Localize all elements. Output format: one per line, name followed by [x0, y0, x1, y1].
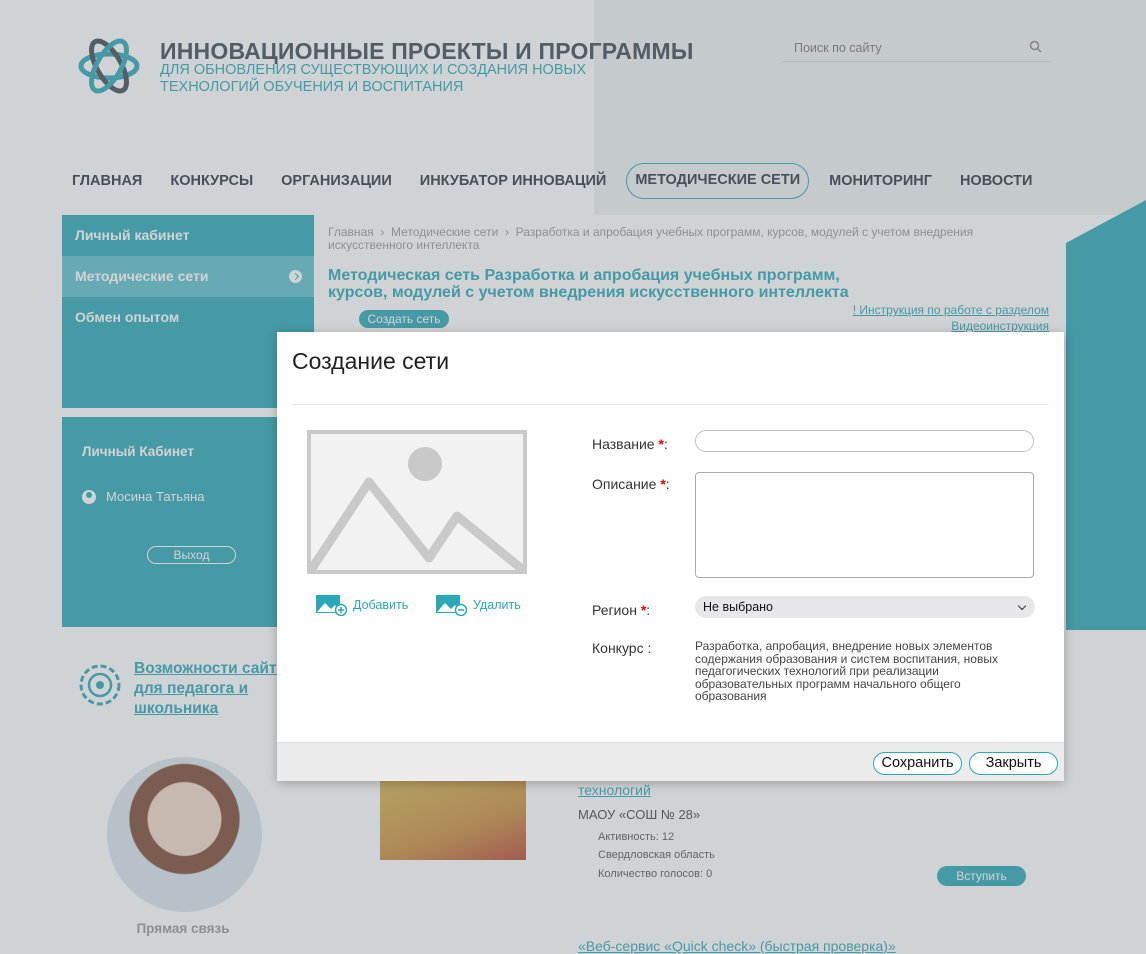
chevron-down-icon	[1017, 601, 1027, 611]
name-field[interactable]	[695, 430, 1034, 452]
dialog-title: Создание сети	[292, 348, 450, 374]
region-select[interactable]: Не выбрано	[695, 596, 1035, 618]
description-field[interactable]	[695, 472, 1034, 578]
add-image-button[interactable]: Добавить	[315, 594, 408, 616]
image-placeholder-icon	[307, 430, 527, 574]
remove-image-label: Удалить	[473, 598, 521, 612]
region-select-value: Не выбрано	[703, 600, 773, 614]
create-network-dialog: Создание сети Добавить Удалить Название …	[277, 332, 1064, 781]
contest-value: Разработка, апробация, внедрение новых э…	[695, 639, 998, 703]
description-label: Описание *:	[592, 476, 670, 492]
remove-image-icon	[436, 595, 467, 616]
save-button[interactable]: Сохранить	[873, 752, 962, 775]
remove-image-button[interactable]: Удалить	[435, 594, 521, 616]
region-label: Регион *:	[592, 602, 651, 618]
contest-label: Конкурс :	[592, 640, 652, 656]
dialog-footer: Сохранить Закрыть	[277, 742, 1064, 781]
close-button[interactable]: Закрыть	[969, 752, 1058, 775]
divider	[292, 404, 1049, 405]
add-image-label: Добавить	[353, 598, 409, 612]
add-image-icon	[316, 595, 347, 616]
name-label: Название *:	[592, 436, 668, 452]
